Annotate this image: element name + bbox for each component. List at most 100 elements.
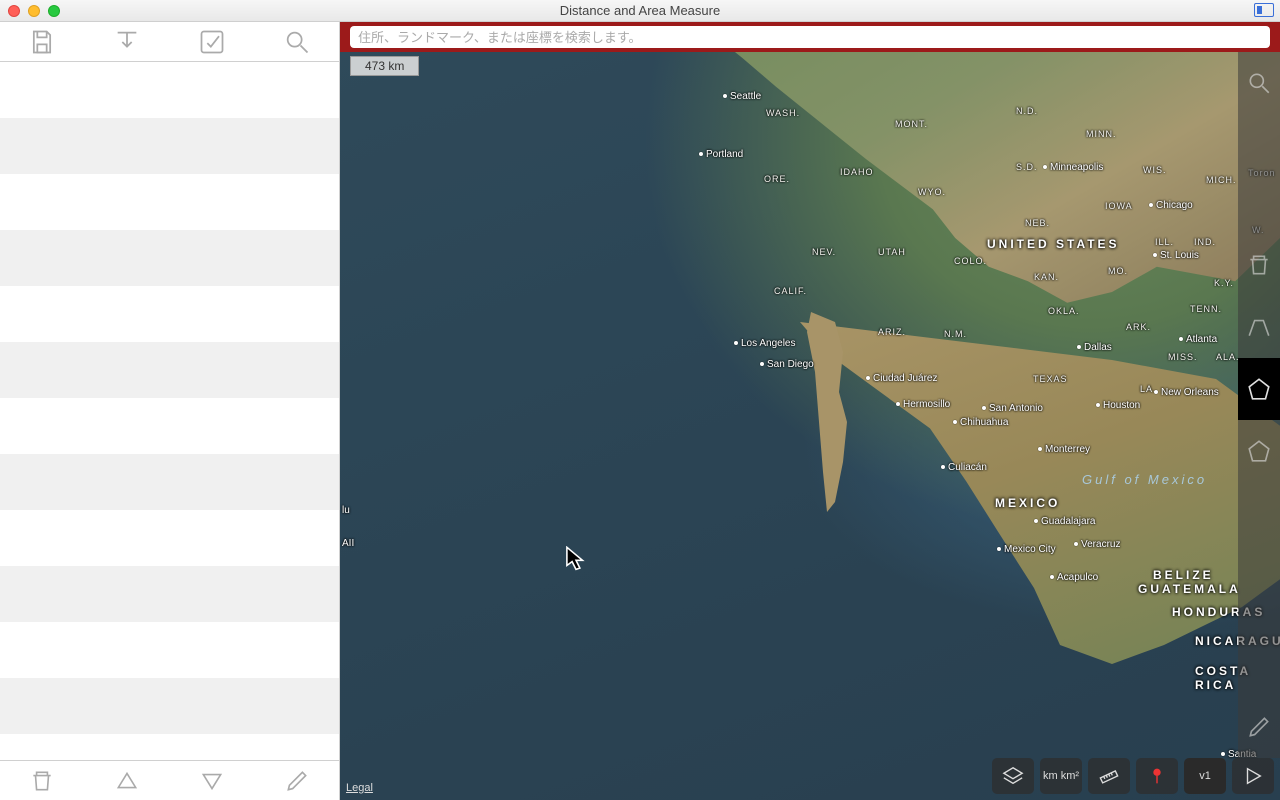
measurements-list[interactable] <box>0 62 339 760</box>
search-bar <box>340 22 1280 52</box>
city-nodot: AII <box>342 538 354 549</box>
statelbl: KAN. <box>1034 272 1059 282</box>
map-canvas[interactable]: UNITED STATESMEXICOGUATEMALAHONDURASNICA… <box>340 22 1280 800</box>
legal-link[interactable]: Legal <box>346 782 373 794</box>
statelbl: MINN. <box>1086 129 1117 139</box>
import-button[interactable] <box>85 22 170 61</box>
statelbl: S.D. <box>1016 162 1038 172</box>
check-mark-button[interactable] <box>170 22 255 61</box>
countrylbl: GUATEMALA <box>1138 582 1241 596</box>
city: Los Angeles <box>734 338 796 349</box>
units-button[interactable]: km km² <box>1040 758 1082 794</box>
city: Culiacán <box>941 462 987 473</box>
list-item[interactable] <box>0 174 339 230</box>
search-button[interactable] <box>254 22 339 61</box>
statelbl: ARK. <box>1126 322 1151 332</box>
map-scale: 473 km <box>350 56 419 76</box>
list-item[interactable] <box>0 566 339 622</box>
ruler-button[interactable] <box>1088 758 1130 794</box>
city: Mexico City <box>997 544 1056 555</box>
sealabel: Gulf of Mexico <box>1082 472 1207 487</box>
city: Minneapolis <box>1043 162 1103 173</box>
map-tools-sidebar <box>1238 52 1280 758</box>
city: San Antonio <box>982 403 1043 414</box>
city: Houston <box>1096 400 1140 411</box>
save-button[interactable] <box>0 22 85 61</box>
city: Atlanta <box>1179 334 1217 345</box>
statelbl: WIS. <box>1143 165 1167 175</box>
city: Chihuahua <box>953 417 1008 428</box>
sidebar-top-toolbar <box>0 22 339 62</box>
list-item[interactable] <box>0 342 339 398</box>
statelbl: ORE. <box>764 174 790 184</box>
list-item[interactable] <box>0 62 339 118</box>
city: Seattle <box>723 91 761 102</box>
statelbl: MISS. <box>1168 352 1198 362</box>
city: Dallas <box>1077 342 1112 353</box>
city: Hermosillo <box>896 399 950 410</box>
toggle-right-panel-button[interactable] <box>1254 3 1274 17</box>
mouse-cursor-icon <box>565 546 587 578</box>
version-button[interactable]: v1 <box>1184 758 1226 794</box>
tool-pencil-button[interactable] <box>1238 696 1280 758</box>
list-item[interactable] <box>0 510 339 566</box>
tool-trash-button[interactable] <box>1238 234 1280 296</box>
statelbl: ALA. <box>1216 352 1240 362</box>
statelbl: N.M. <box>944 329 967 339</box>
city: Portland <box>699 149 743 160</box>
statelbl: UTAH <box>878 247 906 257</box>
countrylbl: UNITED STATES <box>987 237 1120 251</box>
search-input[interactable] <box>350 26 1270 48</box>
move-up-button[interactable] <box>85 761 170 800</box>
statelbl: OKLA. <box>1048 306 1080 316</box>
map-bottom-toolbar: km km² v1 <box>992 758 1274 794</box>
city: Monterrey <box>1038 444 1090 455</box>
statelbl: ILL. <box>1155 237 1174 247</box>
list-item[interactable] <box>0 118 339 174</box>
city: Guadalajara <box>1034 516 1095 527</box>
list-item[interactable] <box>0 622 339 678</box>
map-area[interactable]: 473 km Legal UNITED STATES MEXICO GUATEMAL… <box>340 22 1280 800</box>
city: New Orleans <box>1154 387 1219 398</box>
list-item[interactable] <box>0 678 339 734</box>
statelbl: WASH. <box>766 108 800 118</box>
pin-button[interactable] <box>1136 758 1178 794</box>
statelbl: COLO. <box>954 256 987 266</box>
list-item[interactable] <box>0 230 339 286</box>
city: Ciudad Juárez <box>866 373 937 384</box>
tool-search-button[interactable] <box>1238 52 1280 114</box>
delete-button[interactable] <box>0 761 85 800</box>
statelbl: IDAHO <box>840 167 874 177</box>
countrylbl: MEXICO <box>995 496 1060 510</box>
statelbl: TENN. <box>1190 304 1222 314</box>
city: St. Louis <box>1153 250 1199 261</box>
statelbl: TEXAS <box>1033 374 1068 384</box>
statelbl: N.D. <box>1016 106 1038 116</box>
tool-path-button[interactable] <box>1238 296 1280 358</box>
move-down-button[interactable] <box>170 761 255 800</box>
statelbl: K.Y. <box>1214 278 1234 288</box>
sidebar <box>0 22 340 800</box>
tool-polygon-button[interactable] <box>1238 358 1280 420</box>
statelbl: MICH. <box>1206 175 1237 185</box>
statelbl: ARIZ. <box>878 327 906 337</box>
list-item[interactable] <box>0 398 339 454</box>
sidebar-bottom-toolbar <box>0 760 339 800</box>
city: San Diego <box>760 359 814 370</box>
statelbl: IOWA <box>1105 201 1133 211</box>
statelbl: IND. <box>1194 237 1216 247</box>
city: Chicago <box>1149 200 1193 211</box>
edit-button[interactable] <box>254 761 339 800</box>
countrylbl: BELIZE <box>1153 568 1214 582</box>
play-button[interactable] <box>1232 758 1274 794</box>
tool-polygon-outline-button[interactable] <box>1238 420 1280 482</box>
city: Acapulco <box>1050 572 1098 583</box>
statelbl: NEB. <box>1025 218 1050 228</box>
statelbl: MO. <box>1108 266 1128 276</box>
list-item[interactable] <box>0 286 339 342</box>
list-item[interactable] <box>0 454 339 510</box>
statelbl: WYO. <box>918 187 946 197</box>
city-nodot: lu <box>342 505 350 516</box>
statelbl: MONT. <box>895 119 928 129</box>
layers-button[interactable] <box>992 758 1034 794</box>
